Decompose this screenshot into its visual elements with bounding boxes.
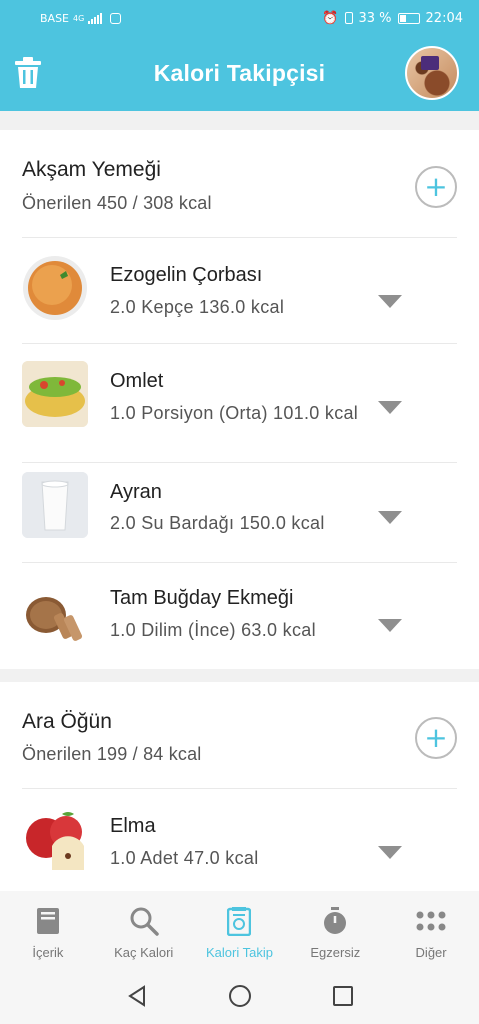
profile-avatar[interactable] (405, 46, 459, 100)
food-detail: 1.0 Dilim (İnce) 63.0 kcal (110, 620, 316, 640)
vibrate-icon (344, 12, 353, 24)
food-item[interactable]: Elma 1.0 Adet 47.0 kcal (0, 789, 479, 891)
food-thumbnail-bread (22, 583, 88, 649)
meal-list[interactable]: Akşam Yemeği Önerilen 450 / 308 kcal + E… (0, 111, 479, 891)
instagram-icon (110, 12, 122, 24)
food-item[interactable]: Ayran 2.0 Su Bardağı 150.0 kcal (0, 463, 479, 563)
recents-icon[interactable] (332, 985, 354, 1011)
food-thumbnail-omelette (22, 361, 88, 427)
food-detail: 1.0 Porsiyon (Orta) 101.0 kcal (110, 403, 359, 423)
nav-item-egzersiz[interactable]: Egzersiz (287, 891, 383, 971)
chevron-down-icon[interactable] (378, 295, 402, 308)
nav-label: Egzersiz (310, 945, 361, 960)
nav-item-kalori-takip[interactable]: Kalori Takip (192, 891, 288, 971)
signal-icon (88, 12, 103, 24)
add-food-button[interactable]: + (415, 166, 457, 208)
carrier-label: BASE (40, 11, 70, 25)
food-name: Ayran (110, 481, 162, 503)
meal-title: Akşam Yemeği (22, 158, 161, 181)
food-detail: 2.0 Kepçe 136.0 kcal (110, 297, 285, 317)
food-name: Elma (110, 815, 156, 837)
meal-header: Akşam Yemeği Önerilen 450 / 308 kcal (22, 130, 479, 230)
chevron-down-icon[interactable] (378, 619, 402, 632)
grid-dots-icon (415, 905, 447, 937)
meal-recommended: Önerilen 199 / 84 kcal (22, 744, 202, 764)
nav-item-diger[interactable]: Diğer (383, 891, 479, 971)
food-item[interactable]: Ezogelin Çorbası 2.0 Kepçe 136.0 kcal (0, 238, 479, 343)
food-detail: 1.0 Adet 47.0 kcal (110, 848, 259, 868)
app-bar: Kalori Takipçisi (0, 36, 479, 111)
search-icon (128, 905, 160, 937)
food-name: Ezogelin Çorbası (110, 264, 263, 286)
meal-title: Ara Öğün (22, 710, 112, 733)
network-type: 4G (73, 13, 85, 23)
battery-percent: 33 % (358, 10, 392, 26)
food-thumbnail-apple (22, 806, 88, 872)
status-right: ⏰ 33 % 22:04 (322, 11, 463, 26)
chevron-down-icon[interactable] (378, 511, 402, 524)
food-thumbnail-soup (22, 255, 88, 321)
battery-icon (397, 12, 420, 24)
nav-label: Diğer (415, 945, 447, 960)
back-icon[interactable] (126, 984, 148, 1011)
status-left: BASE 4G (40, 11, 122, 25)
page-title: Kalori Takipçisi (153, 60, 326, 86)
meal-card-ara-ogun: Ara Öğün Önerilen 199 / 84 kcal + Elma 1… (0, 682, 479, 891)
meal-header: Ara Öğün Önerilen 199 / 84 kcal (22, 682, 479, 782)
add-food-button[interactable]: + (415, 717, 457, 759)
meal-recommended: Önerilen 450 / 308 kcal (22, 193, 212, 213)
bottom-nav: İçerik Kaç Kalori Kalori Takip Egzersiz … (0, 891, 479, 971)
plus-icon: + (424, 170, 448, 203)
clock: 22:04 (425, 10, 463, 26)
food-item[interactable]: Tam Buğday Ekmeği 1.0 Dilim (İnce) 63.0 … (0, 563, 479, 669)
food-thumbnail-ayran (22, 472, 88, 538)
scale-icon (223, 905, 255, 937)
home-icon[interactable] (228, 984, 252, 1012)
trash-icon[interactable] (12, 56, 44, 90)
system-nav (0, 971, 479, 1024)
chevron-down-icon[interactable] (378, 401, 402, 414)
book-icon (32, 905, 64, 937)
status-bar: BASE 4G ⏰ 33 % 22:04 (0, 0, 479, 36)
nav-label: İçerik (32, 945, 64, 960)
food-detail: 2.0 Su Bardağı 150.0 kcal (110, 513, 325, 533)
nav-item-kac-kalori[interactable]: Kaç Kalori (96, 891, 192, 971)
stopwatch-icon (319, 905, 351, 937)
nav-label: Kaç Kalori (114, 945, 174, 960)
food-name: Tam Buğday Ekmeği (110, 587, 294, 609)
meal-card-aksam-yemegi: Akşam Yemeği Önerilen 450 / 308 kcal + E… (0, 130, 479, 669)
nav-label: Kalori Takip (206, 945, 273, 960)
food-item[interactable]: Omlet 1.0 Porsiyon (Orta) 101.0 kcal (0, 344, 479, 462)
chevron-down-icon[interactable] (378, 846, 402, 859)
alarm-icon: ⏰ (322, 10, 339, 26)
food-name: Omlet (110, 370, 164, 392)
plus-icon: + (424, 721, 448, 754)
nav-item-icerik[interactable]: İçerik (0, 891, 96, 971)
